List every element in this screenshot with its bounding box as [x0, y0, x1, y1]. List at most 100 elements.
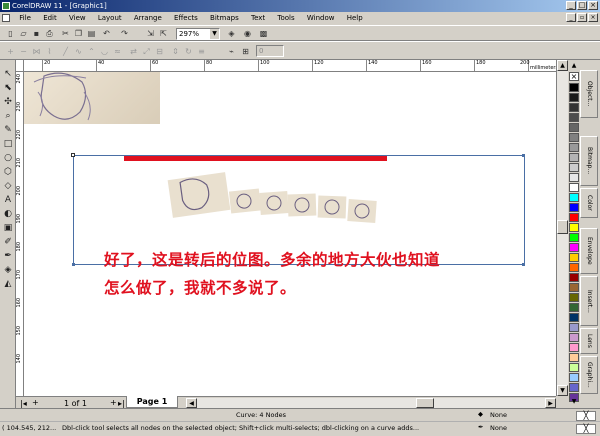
color-swatch[interactable] [569, 283, 579, 292]
menu-file[interactable]: File [14, 12, 36, 24]
color-swatch[interactable] [569, 133, 579, 142]
save-icon[interactable]: ▪ [31, 28, 42, 39]
color-swatch[interactable] [569, 93, 579, 102]
original-bitmap[interactable] [24, 72, 160, 124]
docker-tab-color[interactable]: Color [580, 188, 598, 218]
docker-tab-object[interactable]: Object... [580, 70, 598, 118]
redo-icon[interactable]: ↷ [119, 28, 130, 39]
options-icon[interactable]: ▩ [258, 28, 269, 39]
freehand-tool-icon[interactable]: ✎ [2, 124, 14, 136]
export-icon[interactable]: ⇱ [158, 28, 169, 39]
color-swatch[interactable] [569, 113, 579, 122]
horizontal-ruler[interactable]: 20 40 60 80 100 120 140 160 180 200 mill… [24, 60, 556, 72]
color-swatch[interactable] [569, 313, 579, 322]
symmetrical-icon[interactable]: ≈ [112, 46, 123, 57]
docker-tab-lens[interactable]: Lens [580, 328, 598, 354]
cusp-icon[interactable]: ⌃ [86, 46, 97, 57]
open-icon[interactable]: ▱ [18, 28, 29, 39]
scroll-left-icon[interactable]: ◀ [186, 398, 197, 408]
shape-tool-icon[interactable]: ⬉ [2, 82, 14, 94]
delete-node-icon[interactable]: − [18, 46, 29, 57]
red-line[interactable] [124, 156, 387, 161]
horizontal-scrollbar[interactable]: ◀ ▶ [186, 398, 556, 408]
crop-tool-icon[interactable]: ✣ [2, 96, 14, 108]
color-swatch[interactable] [569, 333, 579, 342]
copy-icon[interactable]: ❐ [73, 28, 84, 39]
add-page-icon[interactable]: + [32, 398, 39, 407]
color-swatch[interactable] [569, 143, 579, 152]
node-handle[interactable] [71, 153, 75, 157]
scroll-up-icon[interactable]: ▲ [557, 60, 568, 71]
color-swatch[interactable] [569, 383, 579, 392]
next-page-icon[interactable]: + [110, 398, 117, 407]
color-swatch[interactable] [569, 343, 579, 352]
menu-text[interactable]: Text [246, 12, 270, 24]
color-swatch[interactable] [569, 323, 579, 332]
rotated-bitmap[interactable] [167, 172, 231, 218]
color-swatch[interactable] [569, 103, 579, 112]
node-handle[interactable] [522, 154, 525, 157]
rectangle-tool-icon[interactable]: □ [2, 138, 14, 150]
corel-online-icon[interactable]: ◉ [242, 28, 253, 39]
zoom-tool-icon[interactable]: ⌕ [2, 110, 14, 122]
vertical-scrollbar[interactable]: ▲ ▼ [556, 60, 568, 396]
outline-tool-icon[interactable]: ✒ [2, 250, 14, 262]
rotated-bitmap-copy[interactable] [287, 193, 317, 217]
to-line-icon[interactable]: ╱ [60, 46, 71, 57]
ruler-origin[interactable] [16, 60, 24, 72]
menu-layout[interactable]: Layout [93, 12, 127, 24]
node-handle[interactable] [72, 263, 75, 266]
rotated-bitmap-copy[interactable] [317, 195, 347, 219]
menu-tools[interactable]: Tools [272, 12, 299, 24]
scroll-right-icon[interactable]: ▶ [545, 398, 556, 408]
color-swatch[interactable] [569, 193, 579, 202]
docker-tab-insert[interactable]: Insert... [580, 276, 598, 326]
maximize-button[interactable]: □ [577, 1, 587, 10]
curve-smoothness-field[interactable]: 0 [256, 45, 284, 57]
color-swatch[interactable] [569, 303, 579, 312]
interactive-fill-icon[interactable]: ◭ [2, 278, 14, 290]
docker-tab-envelope[interactable]: Envelope [580, 228, 598, 274]
color-swatch[interactable] [569, 213, 579, 222]
doc-minimize-button[interactable]: _ [566, 13, 576, 22]
color-swatch[interactable] [569, 363, 579, 372]
document-icon[interactable] [2, 14, 10, 22]
outline-swatch[interactable]: ╳ [576, 424, 596, 434]
color-swatch[interactable] [569, 353, 579, 362]
coreldraw-app-icon[interactable] [2, 2, 10, 10]
join-nodes-icon[interactable]: ⋈ [31, 46, 42, 57]
color-swatch[interactable] [569, 233, 579, 242]
paste-icon[interactable]: ▤ [86, 28, 97, 39]
scroll-down-icon[interactable]: ▼ [557, 385, 568, 396]
stretch-nodes-icon[interactable]: ⇕ [170, 46, 181, 57]
cut-icon[interactable]: ✂ [60, 28, 71, 39]
node-handle[interactable] [522, 263, 525, 266]
fill-tool-icon[interactable]: ◈ [2, 264, 14, 276]
application-launcher-icon[interactable]: ◈ [226, 28, 237, 39]
import-icon[interactable]: ⇲ [145, 28, 156, 39]
align-nodes-icon[interactable]: ≡ [196, 46, 207, 57]
menu-view[interactable]: View [64, 12, 91, 24]
minimize-button[interactable]: _ [566, 1, 576, 10]
docker-tab-graphic[interactable]: Graphi... [580, 356, 598, 394]
undo-icon[interactable]: ↶ [101, 28, 112, 39]
scroll-thumb[interactable] [557, 220, 568, 234]
text-tool-icon[interactable]: A [2, 194, 14, 206]
rotated-bitmap-copy[interactable] [347, 199, 377, 223]
menu-effects[interactable]: Effects [169, 12, 203, 24]
color-swatch[interactable] [569, 83, 579, 92]
ellipse-tool-icon[interactable]: ○ [2, 152, 14, 164]
pick-tool-icon[interactable]: ↖ [2, 68, 14, 80]
eyedropper-tool-icon[interactable]: ✐ [2, 236, 14, 248]
drawing-canvas[interactable]: 好了，这是转后的位图。多余的地方大伙也知道 怎么做了，我就不多说了。 [24, 72, 556, 396]
rotated-bitmap-copy[interactable] [228, 188, 262, 214]
menu-arrange[interactable]: Arrange [129, 12, 167, 24]
last-page-icon[interactable]: ▸| [118, 399, 125, 408]
polygon-tool-icon[interactable]: ⬡ [2, 166, 14, 178]
break-curve-icon[interactable]: ⌇ [44, 46, 55, 57]
palette-scroll-down-icon[interactable]: ▼ [569, 398, 579, 406]
color-swatch[interactable] [569, 293, 579, 302]
select-all-nodes-icon[interactable]: ⊞ [240, 46, 251, 57]
doc-restore-button[interactable]: ▫ [577, 13, 587, 22]
menu-edit[interactable]: Edit [38, 12, 62, 24]
